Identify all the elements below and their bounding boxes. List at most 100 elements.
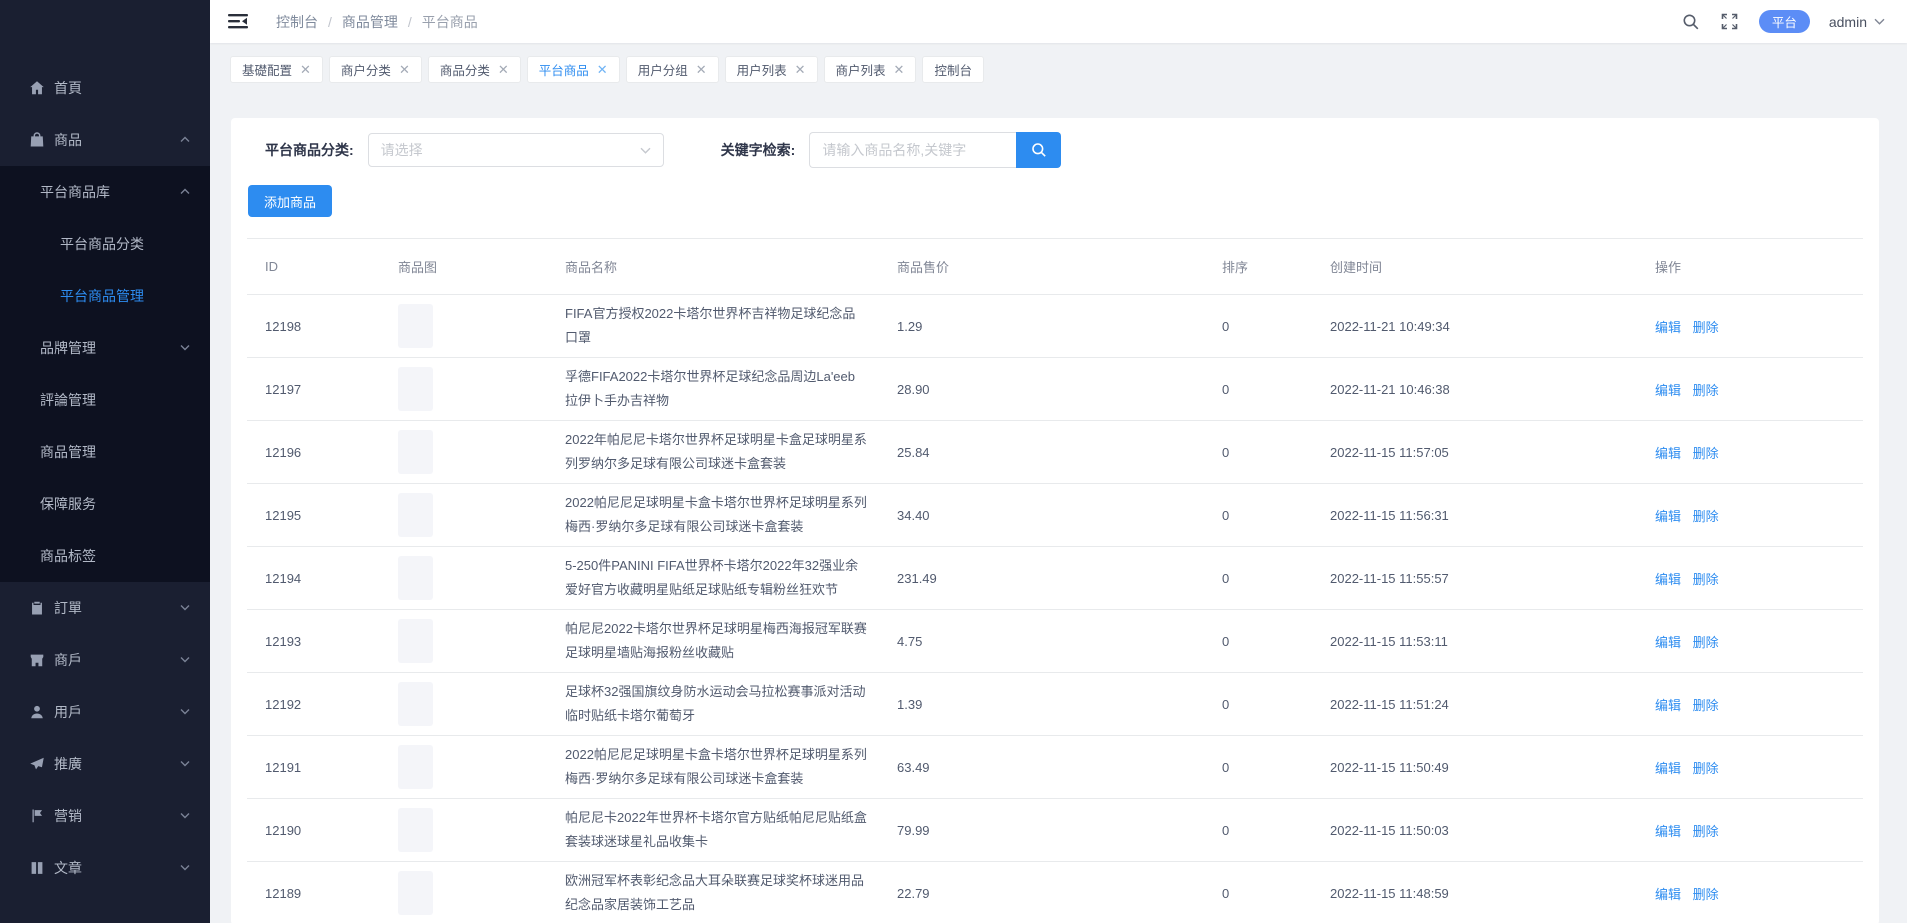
- sidebar-item-label: 評論管理: [40, 390, 96, 410]
- article-icon: [28, 859, 46, 877]
- sidebar-item-review-manage[interactable]: 評論管理: [0, 374, 210, 426]
- sidebar-item-brand-manage[interactable]: 品牌管理: [0, 322, 210, 374]
- product-created-time: 2022-11-15 11:51:24: [1312, 697, 1637, 712]
- edit-link[interactable]: 编辑: [1655, 446, 1681, 461]
- table-row: 12198 FIFA官方授权2022卡塔尔世界杯吉祥物足球纪念品口罩 1.29 …: [247, 295, 1863, 358]
- sidebar-item-home[interactable]: 首頁: [0, 62, 210, 114]
- product-sort: 0: [1204, 760, 1312, 775]
- product-sort: 0: [1204, 508, 1312, 523]
- sidebar-item-platform-product-manage[interactable]: 平台商品管理: [0, 270, 210, 322]
- close-icon[interactable]: ✕: [498, 63, 509, 76]
- product-id: 12196: [247, 445, 380, 460]
- fullscreen-icon[interactable]: [1720, 12, 1740, 32]
- sidebar-item-label: 平台商品管理: [60, 286, 144, 306]
- breadcrumb: 控制台 / 商品管理 / 平台商品: [276, 12, 478, 32]
- edit-link[interactable]: 编辑: [1655, 824, 1681, 839]
- product-sort: 0: [1204, 634, 1312, 649]
- edit-link[interactable]: 编辑: [1655, 383, 1681, 398]
- delete-link[interactable]: 删除: [1693, 320, 1719, 335]
- product-created-time: 2022-11-21 10:49:34: [1312, 319, 1637, 334]
- edit-link[interactable]: 编辑: [1655, 509, 1681, 524]
- delete-link[interactable]: 删除: [1693, 824, 1719, 839]
- edit-link[interactable]: 编辑: [1655, 320, 1681, 335]
- sidebar-item-users[interactable]: 用戶: [0, 686, 210, 738]
- table-row: 12196 2022年帕尼尼卡塔尔世界杯足球明星卡盒足球明星系列罗纳尔多足球有限…: [247, 421, 1863, 484]
- tab-product-category[interactable]: 商品分类✕: [428, 56, 521, 83]
- chevron-down-icon: [180, 864, 190, 871]
- tab-merchant-list[interactable]: 商户列表✕: [824, 56, 917, 83]
- delete-link[interactable]: 删除: [1693, 887, 1719, 902]
- collapse-menu-icon[interactable]: [228, 13, 250, 31]
- user-menu[interactable]: admin: [1829, 14, 1885, 30]
- close-icon[interactable]: ✕: [696, 63, 707, 76]
- sidebar-item-guarantee-service[interactable]: 保障服务: [0, 478, 210, 530]
- close-icon[interactable]: ✕: [894, 63, 905, 76]
- delete-link[interactable]: 删除: [1693, 509, 1719, 524]
- sidebar-item-platform-product-lib[interactable]: 平台商品库: [0, 166, 210, 218]
- category-select[interactable]: 请选择: [368, 133, 664, 167]
- product-price: 79.99: [879, 823, 1204, 838]
- product-price: 1.29: [879, 319, 1204, 334]
- edit-link[interactable]: 编辑: [1655, 887, 1681, 902]
- delete-link[interactable]: 删除: [1693, 446, 1719, 461]
- sidebar-item-label: 訂單: [54, 598, 82, 618]
- product-created-time: 2022-11-15 11:56:31: [1312, 508, 1637, 523]
- tab-user-group[interactable]: 用户分组✕: [626, 56, 719, 83]
- product-created-time: 2022-11-15 11:50:49: [1312, 760, 1637, 775]
- product-price: 28.90: [879, 382, 1204, 397]
- sidebar-item-product-tags[interactable]: 商品标签: [0, 530, 210, 582]
- delete-link[interactable]: 删除: [1693, 635, 1719, 650]
- sidebar-item-promotion[interactable]: 推廣: [0, 738, 210, 790]
- search-icon[interactable]: [1681, 12, 1701, 32]
- sidebar-item-label: 品牌管理: [40, 338, 96, 358]
- breadcrumb-item[interactable]: 商品管理: [342, 12, 398, 32]
- sidebar-item-platform-product-category[interactable]: 平台商品分类: [0, 218, 210, 270]
- edit-link[interactable]: 编辑: [1655, 572, 1681, 587]
- product-id: 12193: [247, 634, 380, 649]
- product-price: 4.75: [879, 634, 1204, 649]
- chevron-down-icon: [180, 812, 190, 819]
- sidebar-item-orders[interactable]: 訂單: [0, 582, 210, 634]
- tab-user-list[interactable]: 用户列表✕: [725, 56, 818, 83]
- product-image: [398, 871, 433, 915]
- row-actions: 编辑 删除: [1637, 758, 1863, 777]
- delete-link[interactable]: 删除: [1693, 383, 1719, 398]
- breadcrumb-item[interactable]: 控制台: [276, 12, 318, 32]
- edit-link[interactable]: 编辑: [1655, 761, 1681, 776]
- product-id: 12195: [247, 508, 380, 523]
- close-icon[interactable]: ✕: [399, 63, 410, 76]
- filter-bar: 平台商品分类: 请选择 关键字检索:: [265, 132, 1863, 168]
- close-icon[interactable]: ✕: [795, 63, 806, 76]
- role-badge[interactable]: 平台: [1759, 10, 1810, 33]
- home-icon: [28, 79, 46, 97]
- close-icon[interactable]: ✕: [300, 63, 311, 76]
- delete-link[interactable]: 删除: [1693, 698, 1719, 713]
- sidebar-item-product-manage[interactable]: 商品管理: [0, 426, 210, 478]
- sidebar-item-label: 平台商品库: [40, 182, 110, 202]
- tab-basic-config[interactable]: 基礎配置✕: [230, 56, 323, 83]
- tab-platform-product[interactable]: 平台商品✕: [527, 56, 620, 83]
- edit-link[interactable]: 编辑: [1655, 698, 1681, 713]
- keyword-input[interactable]: [809, 132, 1016, 168]
- tab-merchant-category[interactable]: 商户分类✕: [329, 56, 422, 83]
- sidebar-item-marketing[interactable]: 营销: [0, 790, 210, 842]
- product-id: 12197: [247, 382, 380, 397]
- row-actions: 编辑 删除: [1637, 884, 1863, 903]
- product-sort: 0: [1204, 697, 1312, 712]
- sidebar-item-label: 平台商品分类: [60, 234, 144, 254]
- search-button[interactable]: [1016, 132, 1061, 168]
- delete-link[interactable]: 删除: [1693, 761, 1719, 776]
- col-header-actions: 操作: [1637, 257, 1863, 276]
- sidebar-item-goods[interactable]: 商品: [0, 114, 210, 166]
- add-product-button[interactable]: 添加商品: [248, 185, 332, 217]
- tab-console[interactable]: 控制台: [922, 56, 984, 83]
- delete-link[interactable]: 删除: [1693, 572, 1719, 587]
- edit-link[interactable]: 编辑: [1655, 635, 1681, 650]
- row-actions: 编辑 删除: [1637, 380, 1863, 399]
- sidebar-item-articles[interactable]: 文章: [0, 842, 210, 894]
- close-icon[interactable]: ✕: [597, 63, 608, 76]
- sidebar-item-merchants[interactable]: 商戶: [0, 634, 210, 686]
- product-image: [398, 304, 433, 348]
- product-image: [398, 367, 433, 411]
- select-placeholder: 请选择: [381, 140, 423, 160]
